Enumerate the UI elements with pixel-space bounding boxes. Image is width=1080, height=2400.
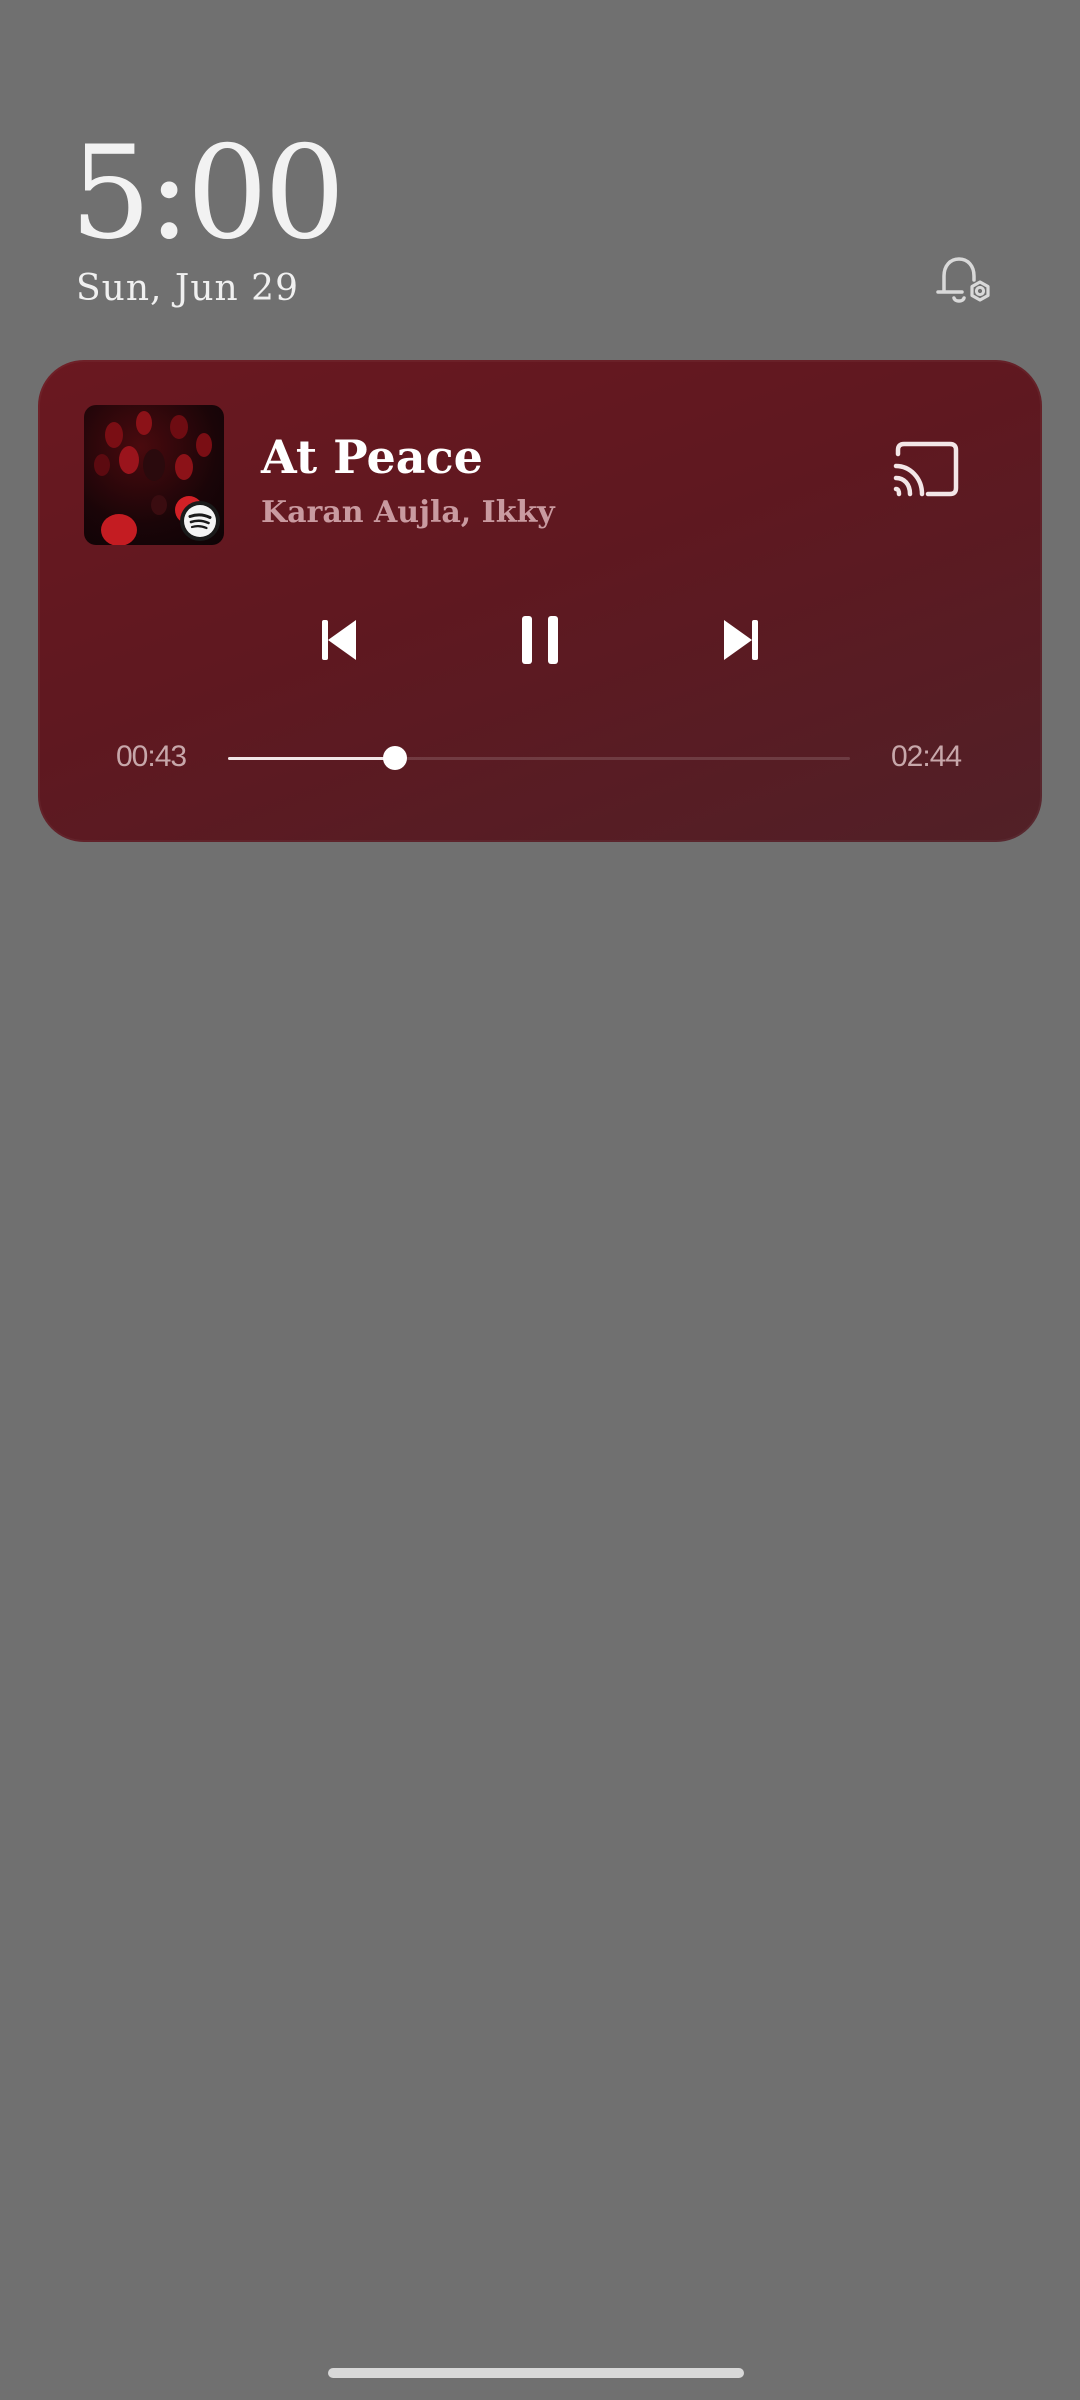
elapsed-time: 00:43 bbox=[116, 740, 187, 773]
previous-button[interactable] bbox=[310, 610, 370, 670]
skip-previous-icon bbox=[322, 620, 356, 660]
lockscreen-clock: 5:00 bbox=[70, 119, 345, 268]
skip-next-icon bbox=[724, 620, 758, 660]
seek-bar[interactable] bbox=[228, 746, 850, 770]
pause-button[interactable] bbox=[510, 610, 570, 670]
album-art[interactable] bbox=[84, 405, 224, 545]
next-button[interactable] bbox=[710, 610, 770, 670]
media-player-card[interactable]: At Peace Karan Aujla, Ikky 00:43 02:44 bbox=[38, 360, 1042, 842]
lockscreen-date: Sun, Jun 29 bbox=[76, 268, 299, 309]
cast-icon[interactable] bbox=[888, 438, 964, 502]
pause-icon bbox=[522, 616, 558, 664]
seek-bar-fill bbox=[228, 757, 396, 760]
track-artist: Karan Aujla, Ikky bbox=[261, 495, 555, 530]
notification-settings-icon[interactable] bbox=[930, 250, 996, 316]
total-duration: 02:44 bbox=[891, 740, 962, 773]
home-indicator[interactable] bbox=[328, 2368, 744, 2378]
seek-bar-thumb[interactable] bbox=[383, 746, 408, 770]
track-title: At Peace bbox=[261, 430, 483, 484]
spotify-icon bbox=[180, 501, 220, 541]
